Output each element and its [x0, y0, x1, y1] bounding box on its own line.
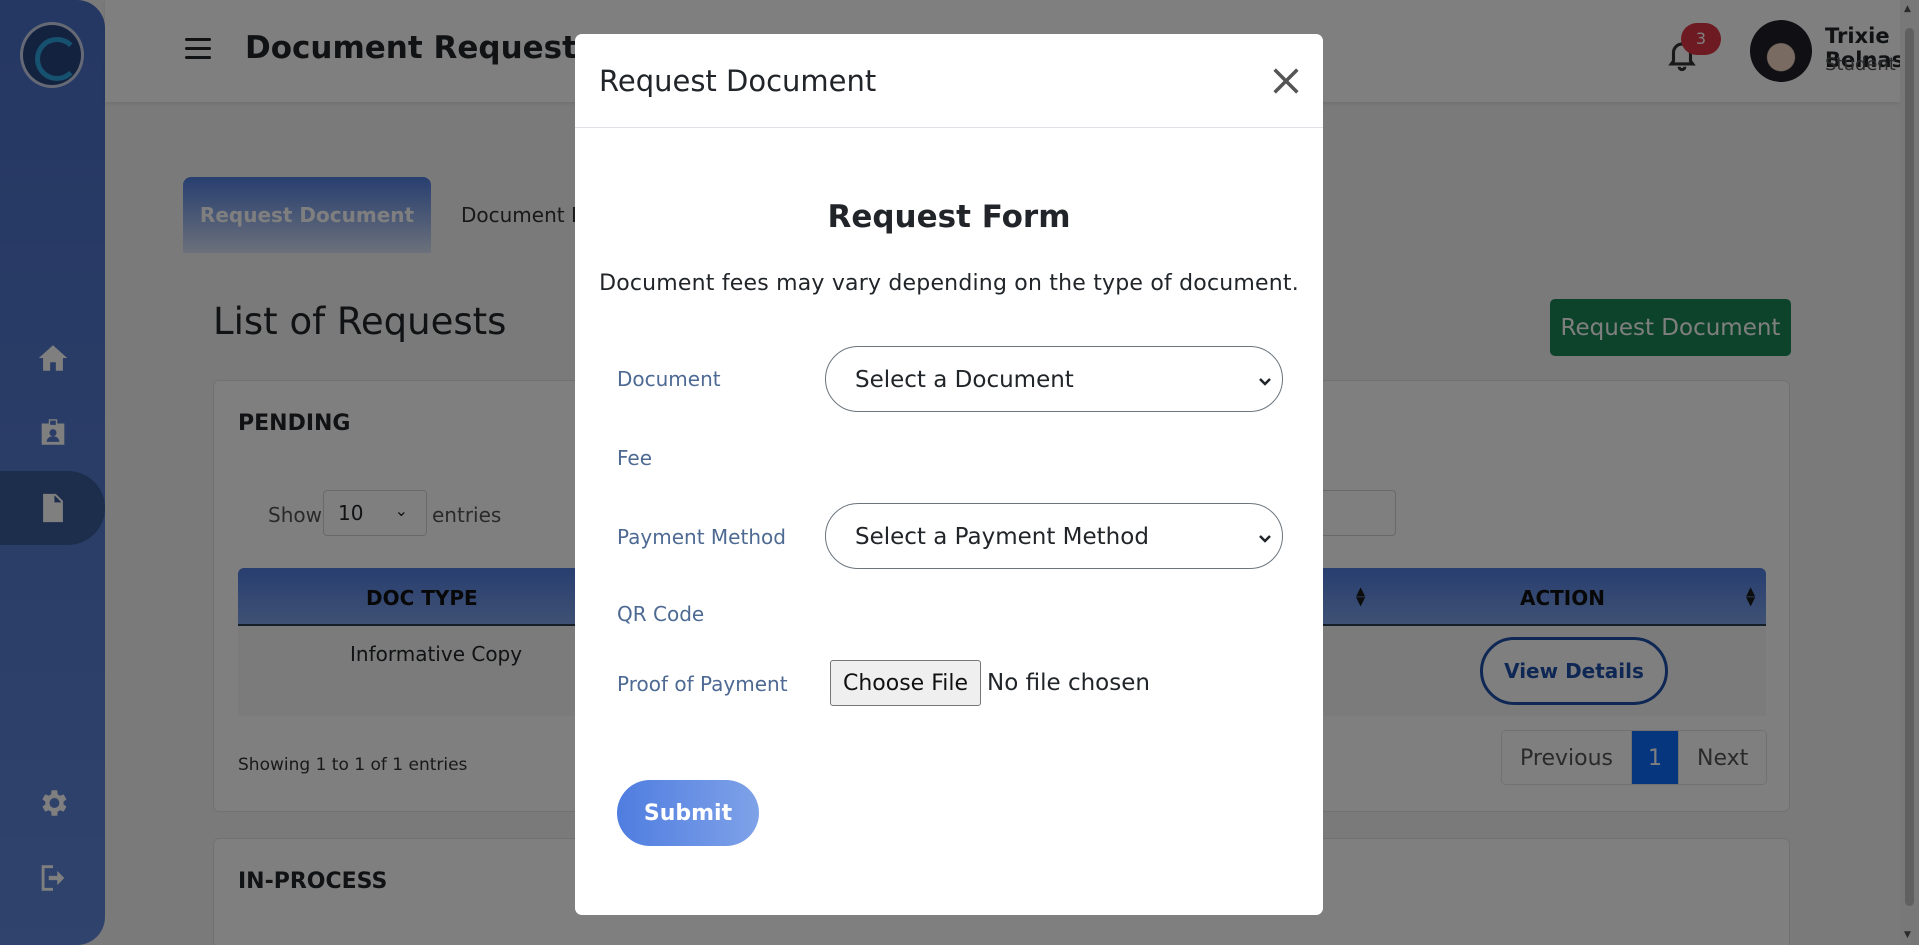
document-select[interactable]: Select a Document: [825, 346, 1283, 412]
request-document-modal: Request Document Request Form Document f…: [575, 34, 1323, 915]
close-icon[interactable]: [1269, 64, 1303, 98]
fee-label: Fee: [617, 446, 653, 470]
chevron-down-icon: [1258, 369, 1272, 386]
chevron-down-icon: [1258, 526, 1272, 543]
file-status: No file chosen: [987, 670, 1150, 696]
document-label: Document: [617, 367, 721, 391]
submit-button[interactable]: Submit: [617, 780, 759, 846]
payment-method-label: Payment Method: [617, 525, 786, 549]
modal-header: Request Document: [575, 34, 1323, 128]
qr-code-label: QR Code: [617, 602, 705, 626]
payment-method-select[interactable]: Select a Payment Method: [825, 503, 1283, 569]
form-description: Document fees may vary depending on the …: [599, 271, 1299, 296]
payment-method-select-value: Select a Payment Method: [855, 524, 1149, 550]
modal-title: Request Document: [599, 64, 877, 98]
document-select-value: Select a Document: [855, 367, 1074, 393]
form-title: Request Form: [827, 199, 1071, 235]
choose-file-button[interactable]: Choose File: [830, 660, 982, 706]
proof-of-payment-file-input[interactable]: Choose File No file chosen: [830, 660, 1150, 706]
proof-of-payment-label: Proof of Payment: [617, 672, 788, 696]
